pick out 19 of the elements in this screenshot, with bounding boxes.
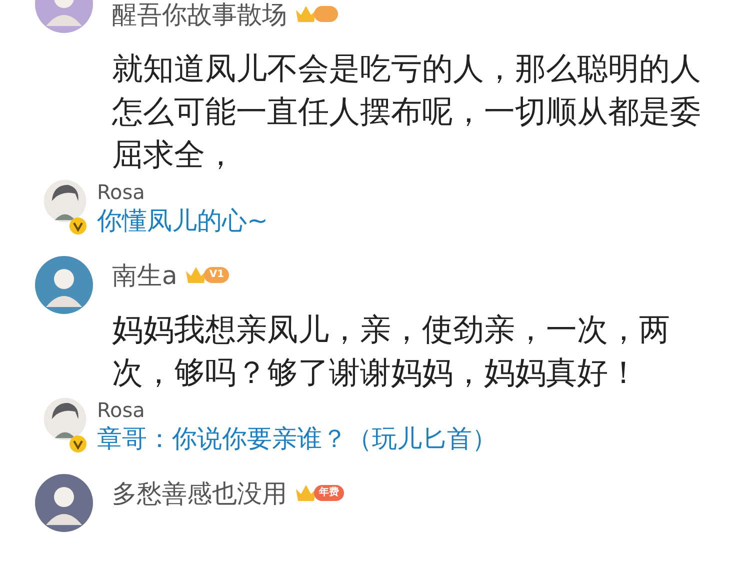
crown-icon	[295, 483, 317, 503]
level-badge	[314, 6, 338, 22]
avatar[interactable]	[34, 255, 94, 315]
comment-text: 就知道凤儿不会是吃亏的人，那么聪明的人怎么可能一直任人摆布呢，一切顺从都是委屈求全，	[112, 50, 702, 175]
avatar[interactable]	[43, 179, 87, 223]
crown-icon	[185, 265, 208, 285]
user-name[interactable]: 醒吾你故事散场	[112, 0, 287, 30]
crown-icon	[295, 4, 317, 24]
user-name[interactable]: 多愁善感也没用	[112, 476, 287, 510]
level-badge: 年费	[314, 485, 344, 501]
reply-text: 你懂凤儿的心~	[97, 205, 269, 237]
avatar[interactable]	[43, 397, 87, 441]
reply-user-name[interactable]: Rosa	[97, 397, 750, 423]
user-name[interactable]: 南生a	[112, 258, 178, 292]
level-badge: V1	[204, 267, 230, 283]
comment-text: 妈妈我想亲凤儿，亲，使劲亲，一次，两次，够吗？够了谢谢妈妈，妈妈真好！	[112, 311, 671, 393]
avatar[interactable]	[34, 473, 94, 533]
reply-text: 章哥：你说你要亲谁？（玩儿匕首）	[97, 423, 498, 455]
reply-user-name[interactable]: Rosa	[97, 179, 750, 205]
